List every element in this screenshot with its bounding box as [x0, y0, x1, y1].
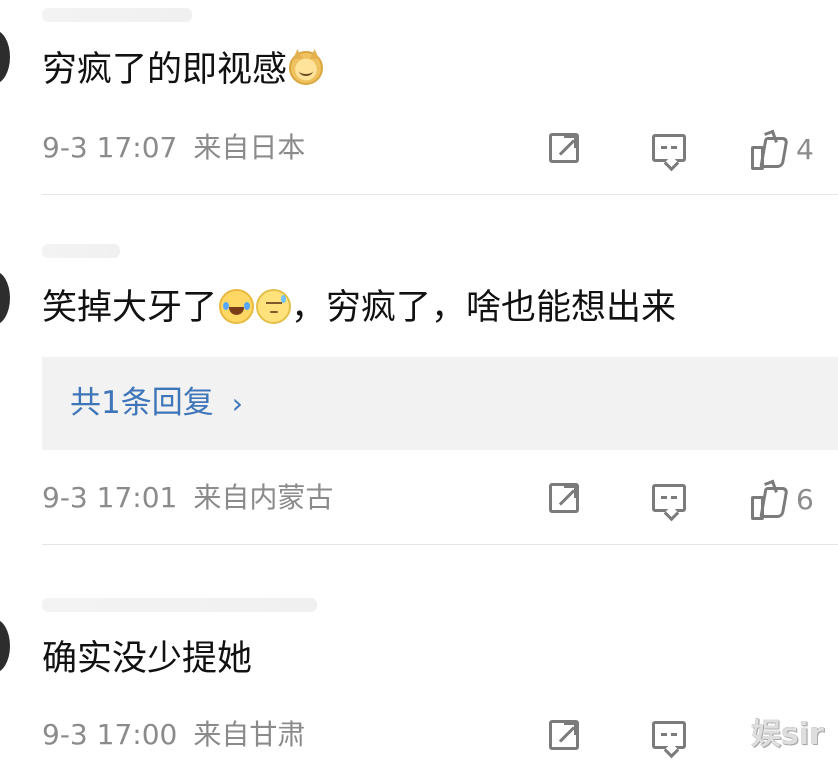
like-button[interactable]: 4: [750, 129, 814, 170]
like-icon: [750, 479, 788, 520]
share-button[interactable]: [544, 715, 584, 755]
like-icon-cap: [764, 129, 778, 146]
avatar[interactable]: [0, 619, 10, 673]
username-placeholder: [42, 244, 120, 258]
awkward-emoji: [256, 288, 292, 324]
awkward-eyes: [266, 301, 283, 307]
like-icon-cap: [764, 479, 778, 496]
comment-text-1: 穷疯了的即视感: [42, 49, 324, 91]
doge-emoji: [289, 51, 324, 85]
comment-time: 9-3 17:00: [42, 718, 178, 751]
comment-button[interactable]: [649, 478, 689, 518]
comment-text-3: 确实没少提她: [42, 638, 252, 680]
comment-icon: [652, 134, 686, 162]
comment-divider: [42, 544, 838, 545]
reply-link[interactable]: 共1条回复 ›: [70, 385, 243, 422]
comment-time: 9-3 17:07: [42, 131, 178, 164]
reply-link-text: 共1条回复: [70, 385, 214, 421]
username-placeholder: [42, 8, 192, 22]
like-icon: [750, 129, 788, 170]
comment-meta-3: 9-3 17:00 来自甘肃: [42, 718, 305, 752]
like-count: 4: [796, 133, 814, 166]
comment-time: 9-3 17:01: [42, 481, 178, 514]
comment-text-content: 确实没少提她: [42, 639, 253, 679]
watermark: 娱sir: [751, 717, 824, 752]
awkward-mouth: [270, 310, 279, 313]
comment-location: 来自日本: [193, 131, 306, 164]
share-icon: [549, 483, 579, 513]
share-button[interactable]: [544, 128, 584, 168]
like-count: 6: [796, 483, 814, 516]
comment-icon: [652, 721, 686, 749]
comment-button[interactable]: [649, 128, 689, 168]
sweat-drop: [281, 294, 287, 303]
username-placeholder: [42, 598, 317, 612]
like-button[interactable]: 6: [750, 479, 814, 520]
comment-button[interactable]: [649, 715, 689, 755]
doge-face: [299, 66, 314, 76]
reply-preview-box[interactable]: 共1条回复 ›: [42, 357, 838, 450]
chevron-right-icon: ›: [231, 387, 243, 420]
comment-location: 来自甘肃: [193, 718, 306, 751]
comment-meta-2: 9-3 17:01 来自内蒙古: [42, 481, 333, 515]
avatar[interactable]: [0, 271, 10, 325]
comment-text-2: 笑掉大牙了 ，穷疯了，啥也能想出来: [42, 287, 676, 329]
share-icon: [549, 720, 579, 750]
comment-text-content: 穷疯了的即视感: [42, 50, 288, 90]
avatar[interactable]: [0, 30, 10, 84]
laugh-cry-emoji: [219, 288, 255, 324]
share-icon: [549, 133, 579, 163]
comment-location: 来自内蒙古: [193, 481, 334, 514]
comment-text-after: ，穷疯了，啥也能想出来: [291, 288, 677, 328]
comment-divider: [42, 194, 838, 195]
comment-meta-1: 9-3 17:07 来自日本: [42, 131, 305, 165]
laugh-mouth: [229, 307, 245, 315]
share-button[interactable]: [544, 478, 584, 518]
comment-icon: [652, 484, 686, 512]
comment-text-before: 笑掉大牙了: [42, 288, 218, 328]
